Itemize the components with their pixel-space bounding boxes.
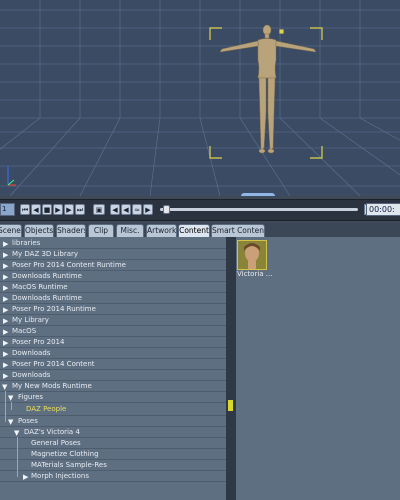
key-next-icon[interactable]: ▶ <box>143 204 153 215</box>
figure-model[interactable] <box>219 24 317 154</box>
tree-item-figures[interactable]: ▼ Figures <box>0 392 226 403</box>
tree-item-materials-sample-res[interactable]: MATerials Sample-Res <box>0 460 226 471</box>
tree-item-my-library[interactable]: ▶ My Library <box>0 315 226 326</box>
tab-smart-content[interactable]: Smart Content <box>211 224 265 237</box>
tree-item-downloads[interactable]: ▶ Downloads <box>0 348 226 359</box>
tree-guide-line <box>17 437 18 477</box>
expand-arrow-icon[interactable]: ▶ <box>3 250 8 260</box>
axis-indicator-icon <box>7 166 16 186</box>
expand-arrow-icon[interactable]: ▶ <box>3 360 8 370</box>
expand-arrow-icon[interactable]: ▶ <box>3 316 8 326</box>
tab-shaders[interactable]: Shaders <box>56 224 86 237</box>
key-add-icon[interactable]: ◀ <box>121 204 131 215</box>
tree-item-libraries[interactable]: ▶ libraries <box>0 238 226 249</box>
expand-arrow-icon[interactable]: ▶ <box>23 472 28 482</box>
tree-item-poser-2014[interactable]: ▶ Poser Pro 2014 <box>0 337 226 348</box>
viewport-resize-handle[interactable] <box>241 193 275 196</box>
tab-artwork[interactable]: Artwork <box>146 224 177 237</box>
tree-item-morph-injections[interactable]: ▶ Morph Injections <box>0 471 226 482</box>
tree-scroll-thumb[interactable] <box>228 400 233 411</box>
content-tree: ▶ libraries ▶ My DAZ 3D Library ▶ Poser Pro… <box>0 237 226 500</box>
tab-objects[interactable]: Objects <box>24 224 54 237</box>
content-item-label: Victoria ... <box>237 270 273 278</box>
library-tabs: Scenes Objects Shaders Clip Misc. Artwor… <box>0 223 400 237</box>
tree-item-poses[interactable]: ▼ Poses <box>0 416 226 427</box>
tree-item-general-poses[interactable]: General Poses <box>0 438 226 449</box>
tree-item-poser-content[interactable]: ▶ Poser Pro 2014 Content <box>0 359 226 370</box>
tree-item-downloads-2[interactable]: ▶ Downloads <box>0 370 226 381</box>
tree-item-dazs-victoria-4[interactable]: ▼ DAZ's Victoria 4 <box>0 427 226 438</box>
content-thumbnail-victoria[interactable] <box>237 240 267 270</box>
time-field[interactable]: 00:00: <box>366 203 400 216</box>
tree-guide-line <box>11 402 12 410</box>
tree-item-downloads-runtime[interactable]: ▶ Downloads Runtime <box>0 271 226 282</box>
stop-icon[interactable]: ■ <box>42 204 52 215</box>
expand-arrow-icon[interactable]: ▶ <box>3 305 8 315</box>
key-prev-icon[interactable]: ◀ <box>110 204 120 215</box>
expand-arrow-icon[interactable]: ▶ <box>3 239 8 249</box>
go-to-start-icon[interactable]: ⏮ <box>20 204 30 215</box>
go-to-end-icon[interactable]: ⏭ <box>75 204 85 215</box>
step-forward-icon[interactable]: ▶ <box>64 204 74 215</box>
tree-item-poser-content-runtime[interactable]: ▶ Poser Pro 2014 Content Runtime <box>0 260 226 271</box>
collapse-arrow-icon[interactable]: ▼ <box>8 417 13 427</box>
expand-arrow-icon[interactable]: ▶ <box>3 338 8 348</box>
loop-icon[interactable]: ▣ <box>93 204 105 215</box>
grid-lines <box>0 0 400 196</box>
timeline-slider-knob[interactable] <box>163 205 170 214</box>
key-edit-icon[interactable]: ≈ <box>132 204 142 215</box>
victoria-portrait-icon <box>238 241 266 269</box>
tree-guide-line <box>5 391 6 422</box>
tab-content[interactable]: Content <box>178 224 210 237</box>
animation-controls: 1 ⏮ ◀ ■ ▶ ▶ ⏭ ▣ ◀ ◀ ≈ ▶ 00:00: <box>0 199 400 221</box>
tree-item-macos-runtime[interactable]: ▶ MacOS Runtime <box>0 282 226 293</box>
frame-field[interactable]: 1 <box>0 203 15 216</box>
expand-arrow-icon[interactable]: ▶ <box>3 272 8 282</box>
expand-arrow-icon[interactable]: ▶ <box>3 349 8 359</box>
tree-item-my-new-mods-runtime[interactable]: ▼ My New Mods Runtime <box>0 381 226 392</box>
expand-arrow-icon[interactable]: ▶ <box>3 327 8 337</box>
expand-arrow-icon[interactable]: ▶ <box>3 294 8 304</box>
tab-scenes[interactable]: Scenes <box>0 224 22 237</box>
expand-arrow-icon[interactable]: ▶ <box>3 371 8 381</box>
tree-item-downloads-runtime-2[interactable]: ▶ Downloads Runtime <box>0 293 226 304</box>
tab-misc[interactable]: Misc. <box>116 224 144 237</box>
3d-viewport[interactable] <box>0 0 400 196</box>
viewport-scene <box>0 0 400 196</box>
tree-item-poser-runtime[interactable]: ▶ Poser Pro 2014 Runtime <box>0 304 226 315</box>
timeline-slider[interactable] <box>160 208 358 211</box>
expand-arrow-icon[interactable]: ▶ <box>3 283 8 293</box>
tree-scrollbar[interactable] <box>226 237 236 500</box>
play-icon[interactable]: ▶ <box>53 204 63 215</box>
tree-item-magnetize-clothing[interactable]: Magnetize Clothing <box>0 449 226 460</box>
step-back-icon[interactable]: ◀ <box>31 204 41 215</box>
tree-item-macos[interactable]: ▶ MacOS <box>0 326 226 337</box>
expand-arrow-icon[interactable]: ▶ <box>3 261 8 271</box>
tab-clip[interactable]: Clip <box>88 224 114 237</box>
tree-item-daz-people[interactable]: DAZ People <box>0 403 226 416</box>
tree-item-my-daz-library[interactable]: ▶ My DAZ 3D Library <box>0 249 226 260</box>
